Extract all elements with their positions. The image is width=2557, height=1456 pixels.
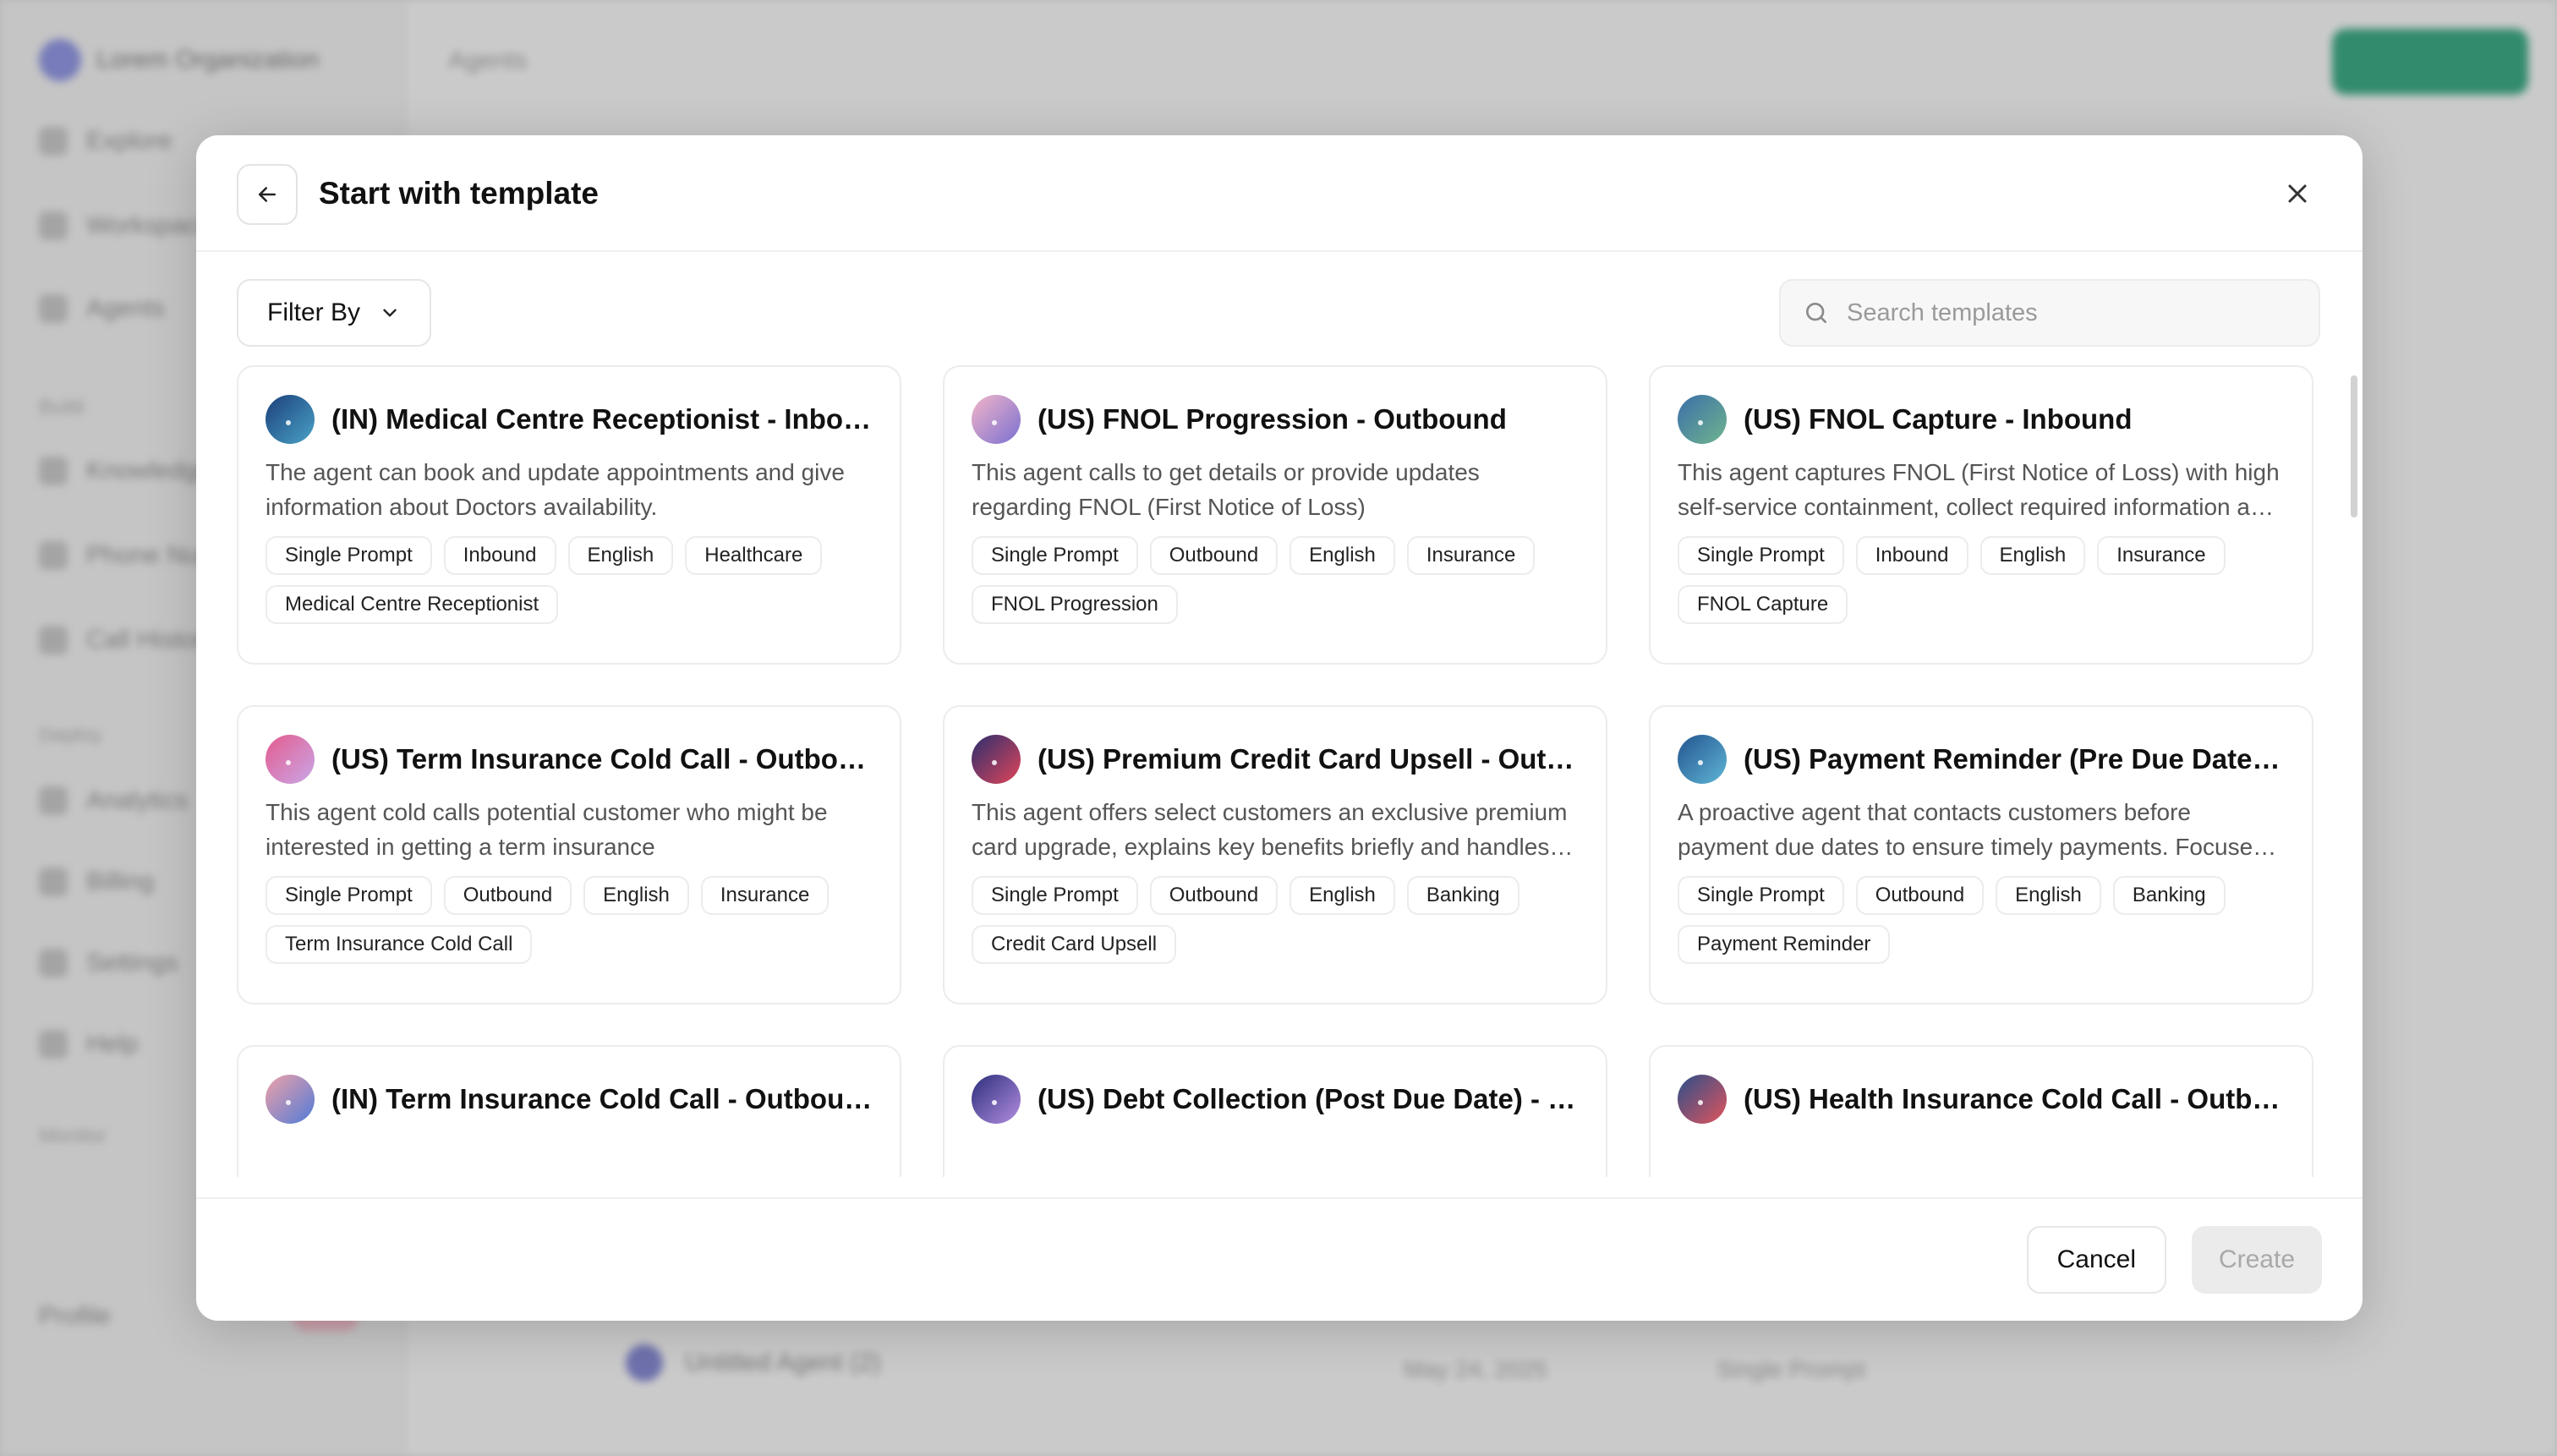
template-tag: English (583, 876, 689, 915)
template-description: This agent cold calls potential customer… (266, 799, 828, 860)
template-title: (US) Term Insurance Cold Call - Outbound (331, 743, 873, 775)
template-card[interactable]: (US) Debt Collection (Post Due Date) - O… (943, 1045, 1607, 1177)
template-title: (US) Health Insurance Cold Call - Outbou… (1744, 1083, 2285, 1114)
cancel-button[interactable]: Cancel (2026, 1226, 2166, 1294)
template-avatar (972, 1075, 1021, 1124)
filter-label: Filter By (267, 298, 361, 326)
arrow-left-icon (259, 187, 276, 202)
template-tag: English (1996, 876, 2101, 915)
template-avatar (972, 735, 1021, 784)
template-tag: English (1289, 536, 1395, 575)
template-tags: Single Prompt Outbound English Banking Credi… (972, 876, 1563, 964)
template-title: (US) Debt Collection (Post Due Date) - O… (1038, 1083, 1579, 1114)
template-tag: Single Prompt (1678, 876, 1844, 915)
template-avatar (266, 1075, 315, 1124)
template-description (1678, 1135, 2285, 1177)
template-tags: Single Prompt Inbound English Healthcare Med… (266, 536, 857, 624)
template-tag: Term Insurance Cold Call (266, 925, 533, 964)
template-avatar (266, 395, 315, 444)
template-tags: Single Prompt Outbound English Insurance FNO… (972, 536, 1563, 624)
template-card[interactable]: (US) Health Insurance Cold Call - Outbou… (1649, 1045, 2313, 1177)
template-tag: FNOL Progression (972, 585, 1178, 624)
template-card[interactable]: (US) Term Insurance Cold Call - Outbound… (237, 705, 901, 1004)
template-card-header: (US) Payment Reminder (Pre Due Date) - O… (1678, 734, 2285, 785)
close-button[interactable] (2276, 172, 2319, 215)
template-tag: Single Prompt (266, 536, 432, 575)
template-card-header: (US) FNOL Capture - Inbound (1678, 394, 2285, 445)
template-tag: Healthcare (685, 536, 823, 575)
template-tag: Outbound (1149, 536, 1278, 575)
template-tags: Single Prompt Outbound English Banking Payme… (1678, 876, 2270, 964)
template-card-header: (US) Premium Credit Card Upsell - Outbou… (972, 734, 1579, 785)
template-description: The agent can book and update appointmen… (266, 459, 845, 520)
template-card[interactable]: (US) Premium Credit Card Upsell - Outbou… (943, 705, 1607, 1004)
template-description: This agent calls to get details or provi… (972, 459, 1480, 520)
scrollbar-thumb[interactable] (2351, 375, 2357, 517)
template-tag: Banking (2112, 876, 2226, 915)
template-tag: English (1289, 876, 1395, 915)
template-card[interactable]: (US) Payment Reminder (Pre Due Date) - O… (1649, 705, 2313, 1004)
template-tag: Payment Reminder (1678, 925, 1891, 964)
template-tag: Single Prompt (266, 876, 432, 915)
template-modal: Start with template Filter By (IN) Medic… (196, 135, 2363, 1321)
template-tag: Insurance (700, 876, 830, 915)
create-button[interactable]: Create (2191, 1226, 2322, 1294)
template-tag: Single Prompt (972, 876, 1138, 915)
template-tag: Inbound (443, 536, 556, 575)
template-title: (US) Payment Reminder (Pre Due Date) - O… (1744, 743, 2285, 775)
template-description: A proactive agent that contacts customer… (1678, 799, 2265, 860)
template-tag: Inbound (1855, 536, 1968, 575)
template-tag: Outbound (1149, 876, 1278, 915)
template-description: This agent captures FNOL (First Notice o… (1678, 459, 2280, 520)
template-avatar (266, 735, 315, 784)
template-tag: Outbound (443, 876, 572, 915)
template-card[interactable]: (IN) Medical Centre Receptionist - Inbou… (237, 365, 901, 665)
template-title: (IN) Medical Centre Receptionist - Inbou… (331, 403, 873, 435)
template-tag: Banking (1406, 876, 1519, 915)
chevron-down-icon (383, 309, 397, 317)
template-title: (US) Premium Credit Card Upsell - Outbou… (1038, 743, 1579, 775)
template-description (266, 1135, 873, 1177)
template-card-header: (IN) Term Insurance Cold Call - Outbound (266, 1074, 873, 1125)
search-icon (1806, 303, 1826, 323)
template-avatar (1678, 1075, 1727, 1124)
template-tag: FNOL Capture (1678, 585, 1848, 624)
search-input[interactable] (1847, 298, 2303, 327)
template-card-header: (US) Debt Collection (Post Due Date) - O… (972, 1074, 1579, 1125)
template-title: (US) FNOL Progression - Outbound (1038, 403, 1507, 435)
template-tags: Single Prompt Outbound English Insurance Ter… (266, 876, 857, 964)
template-card[interactable]: (US) FNOL Progression - Outbound This age… (943, 365, 1607, 665)
template-tag: English (1979, 536, 2086, 575)
template-avatar (1678, 395, 1727, 444)
template-tag: Credit Card Upsell (972, 925, 1177, 964)
template-tags: Single Prompt Inbound English Insurance FNOL… (1678, 536, 2270, 624)
template-title: (US) FNOL Capture - Inbound (1744, 403, 2133, 435)
template-tag: English (567, 536, 674, 575)
search-box (1779, 279, 2320, 347)
template-card-header: (US) Health Insurance Cold Call - Outbou… (1678, 1074, 2285, 1125)
template-card-header: (US) Term Insurance Cold Call - Outbound (266, 734, 873, 785)
filter-by-dropdown[interactable]: Filter By (237, 279, 432, 347)
template-grid: (IN) Medical Centre Receptionist - Inbou… (196, 364, 2363, 1177)
template-tag: Single Prompt (972, 536, 1138, 575)
template-card[interactable]: (IN) Term Insurance Cold Call - Outbound (237, 1045, 901, 1177)
back-button[interactable] (237, 164, 298, 225)
modal-footer: Cancel Create (196, 1197, 2363, 1321)
template-tag: Medical Centre Receptionist (266, 585, 559, 624)
template-title: (IN) Term Insurance Cold Call - Outbound (331, 1083, 873, 1114)
modal-header: Start with template (196, 135, 2363, 252)
close-icon (2288, 184, 2307, 203)
template-tag: Single Prompt (1678, 536, 1844, 575)
template-description (972, 1135, 1579, 1177)
template-card-header: (IN) Medical Centre Receptionist - Inbou… (266, 394, 873, 445)
template-tag: Insurance (1406, 536, 1536, 575)
modal-title: Start with template (319, 176, 599, 211)
template-tag: Outbound (1855, 876, 1985, 915)
template-avatar (1678, 735, 1727, 784)
template-card-header: (US) FNOL Progression - Outbound (972, 394, 1579, 445)
template-description: This agent offers select customers an ex… (972, 799, 1568, 860)
template-tag: Insurance (2097, 536, 2226, 575)
template-card[interactable]: (US) FNOL Capture - Inbound This agent ca… (1649, 365, 2313, 665)
template-avatar (972, 395, 1021, 444)
